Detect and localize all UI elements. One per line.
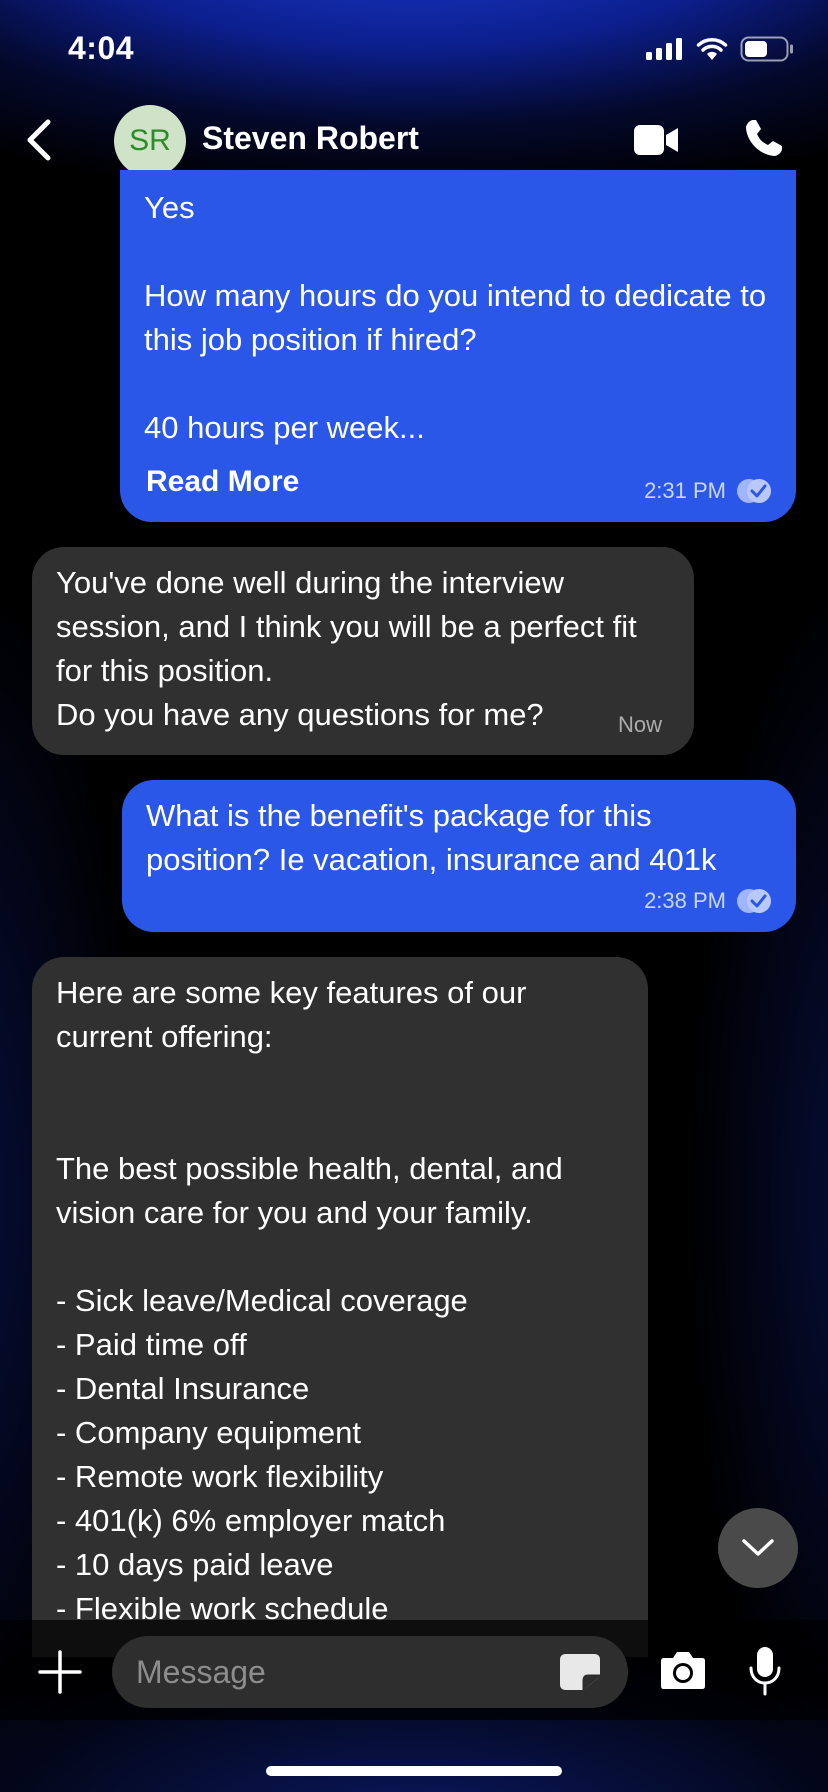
incoming-message[interactable]: Here are some key features of our curren…: [32, 957, 648, 1657]
contact-avatar[interactable]: SR: [114, 105, 186, 177]
message-time: Now: [618, 712, 663, 737]
wifi-icon: [696, 38, 728, 60]
read-more-link[interactable]: Read More: [146, 460, 299, 504]
message-text: Yes How many hours do you intend to dedi…: [144, 190, 767, 445]
message-text: Here are some key features of our curren…: [56, 975, 563, 1626]
message-time: 2:38 PM: [644, 888, 726, 913]
incoming-message[interactable]: You've done well during the interview se…: [32, 547, 694, 755]
sticker-icon[interactable]: [558, 1652, 602, 1692]
back-chevron-icon[interactable]: [18, 114, 62, 166]
microphone-icon[interactable]: [748, 1646, 782, 1696]
plus-icon[interactable]: [38, 1650, 82, 1694]
outgoing-message[interactable]: Yes How many hours do you intend to dedi…: [120, 170, 796, 522]
home-indicator[interactable]: [266, 1766, 562, 1776]
read-check-icon: [737, 479, 771, 503]
chevron-down-icon: [742, 1539, 774, 1556]
contact-name[interactable]: Steven Robert: [202, 120, 419, 157]
battery-icon: [740, 36, 793, 62]
message-input[interactable]: [112, 1636, 628, 1708]
video-call-icon[interactable]: [632, 122, 680, 158]
read-check-icon: [737, 889, 771, 913]
message-time: 2:31 PM: [644, 478, 726, 503]
status-bar: 4:04: [0, 0, 828, 100]
message-meta: 2:31 PM: [644, 478, 772, 504]
camera-icon[interactable]: [660, 1650, 706, 1690]
message-text: What is the benefit's package for this p…: [146, 798, 717, 877]
message-text: You've done well during the interview se…: [56, 565, 637, 732]
scroll-to-bottom-button[interactable]: [718, 1508, 798, 1588]
message-meta: 2:38 PM: [644, 888, 772, 914]
cellular-signal-icon: [646, 38, 682, 60]
status-time: 4:04: [68, 30, 135, 66]
phone-call-icon[interactable]: [744, 118, 784, 158]
status-icons: [646, 36, 794, 62]
